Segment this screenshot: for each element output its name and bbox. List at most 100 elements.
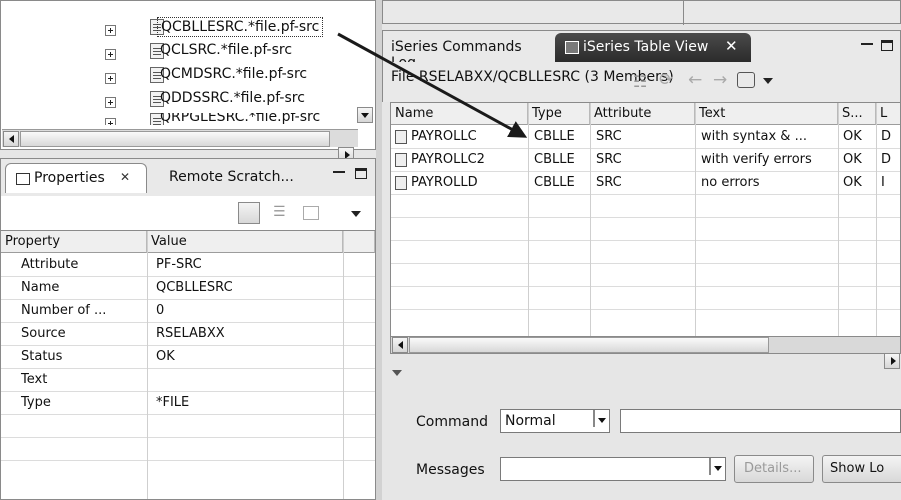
property-value: PF-SRC (156, 257, 202, 272)
tree-scroll-down-button[interactable] (357, 107, 373, 123)
members-table: Name Type Attribute Text S... L PAYROLLC… (390, 102, 901, 342)
column-divider (343, 231, 344, 499)
column-divider (876, 103, 877, 339)
member-status: OK (843, 129, 862, 144)
column-header-attribute[interactable]: Attribute (590, 103, 695, 125)
restore-default-icon[interactable] (303, 206, 319, 220)
chevron-down-icon (361, 113, 369, 118)
table-row[interactable]: Number of ... 0 (1, 300, 375, 323)
scroll-thumb[interactable] (20, 131, 330, 147)
table-row[interactable]: Status OK (1, 346, 375, 369)
close-icon[interactable]: ✕ (725, 37, 738, 55)
member-type: CBLLE (534, 129, 575, 144)
table-row[interactable]: Type *FILE (1, 392, 375, 415)
show-log-button-label: Show Lo (830, 461, 885, 476)
member-type: CBLLE (534, 152, 575, 167)
table-row[interactable]: Attribute PF-SRC (1, 254, 375, 277)
column-header-property[interactable]: Property (1, 231, 147, 253)
maximize-icon[interactable] (355, 168, 367, 179)
property-name: Number of ... (21, 303, 107, 318)
table-row (391, 264, 900, 287)
table-row (391, 195, 900, 218)
refresh-icon[interactable]: ⟳ (659, 70, 673, 90)
collapse-toggle-icon[interactable] (392, 370, 402, 376)
member-extra: D (881, 152, 892, 167)
table-horizontal-scrollbar[interactable] (390, 336, 901, 369)
tree-item[interactable]: QCBLLESRC.*file.pf-src (105, 17, 375, 39)
messages-select[interactable] (500, 457, 726, 481)
column-header-text[interactable]: Text (695, 103, 838, 125)
table-row[interactable]: PAYROLLC CBLLE SRC with syntax & ... OK … (391, 126, 900, 149)
property-name: Attribute (21, 257, 79, 272)
command-mode-select[interactable]: Normal (500, 409, 610, 433)
member-text: with syntax & ... (701, 129, 807, 144)
column-header-name[interactable]: Name (391, 103, 528, 125)
expand-icon[interactable] (105, 24, 116, 36)
maximize-icon[interactable] (881, 40, 893, 51)
command-input[interactable] (620, 409, 901, 433)
expand-icon[interactable] (105, 117, 116, 125)
close-icon[interactable]: ✕ (120, 170, 130, 184)
tree-item[interactable]: QRPGLESRC.*file.pf-src (105, 113, 355, 125)
tree-item[interactable]: QCLSRC.*file.pf-src (105, 41, 375, 63)
tab-properties[interactable]: Properties ✕ (5, 163, 147, 193)
tree-item-label: QDDSSRC.*file.pf-src (160, 90, 305, 106)
editor-area-strip (382, 0, 901, 25)
details-button-label: Details... (744, 461, 802, 476)
tree-item-label: QCLSRC.*file.pf-src (160, 42, 293, 58)
expand-icon[interactable] (105, 48, 116, 60)
view-menu-icon[interactable] (763, 78, 773, 84)
column-header-value[interactable]: Value (147, 231, 343, 253)
tree-item[interactable]: QCMDSRC.*file.pf-src (105, 65, 375, 87)
tree-item-label: QCMDSRC.*file.pf-src (160, 66, 308, 82)
chevron-down-icon[interactable] (593, 410, 595, 427)
back-arrow-icon[interactable]: ← (688, 70, 702, 90)
members-rows: PAYROLLC CBLLE SRC with syntax & ... OK … (391, 126, 900, 310)
tab-remote-scratchpad[interactable]: Remote Scratch... (169, 169, 309, 193)
show-log-button[interactable]: Show Lo (822, 455, 901, 483)
column-divider (695, 103, 696, 339)
view-menu-icon[interactable] (351, 211, 361, 217)
table-row[interactable]: PAYROLLD CBLLE SRC no errors OK I (391, 172, 900, 195)
tab-table-view[interactable]: iSeries Table View ✕ (555, 33, 751, 63)
scroll-left-button[interactable] (392, 337, 408, 353)
details-button[interactable]: Details... (734, 455, 814, 483)
expand-icon[interactable] (105, 96, 116, 108)
properties-table: Property Value Attribute PF-SRC Name QCB… (0, 230, 376, 500)
table-row[interactable]: Text (1, 369, 375, 392)
properties-rows: Attribute PF-SRC Name QCBLLESRC Number o… (1, 254, 375, 461)
property-name: Source (21, 326, 66, 341)
show-advanced-icon[interactable]: ☰ (273, 204, 291, 222)
tree-horizontal-scrollbar[interactable] (2, 129, 358, 163)
scroll-thumb[interactable] (409, 337, 769, 353)
show-categories-icon[interactable] (238, 202, 260, 224)
command-mode-value: Normal (505, 413, 556, 429)
table-row[interactable]: Name QCBLLESRC (1, 277, 375, 300)
tab-table-view-label: iSeries Table View (583, 39, 709, 55)
tree-item[interactable]: QDDSSRC.*file.pf-src (105, 89, 375, 111)
filter-icon[interactable]: ☷ (633, 72, 647, 91)
chevron-right-icon (891, 357, 896, 365)
expand-icon[interactable] (105, 72, 116, 84)
chevron-down-icon[interactable] (709, 458, 711, 475)
property-value: OK (156, 349, 175, 364)
scroll-left-button[interactable] (3, 131, 19, 147)
forward-arrow-icon[interactable]: → (713, 70, 727, 90)
column-header-more[interactable]: L (876, 103, 900, 125)
table-row[interactable]: PAYROLLC2 CBLLE SRC with verify errors O… (391, 149, 900, 172)
column-header-status[interactable]: S... (838, 103, 876, 125)
column-header-type[interactable]: Type (528, 103, 590, 125)
tab-commands-log[interactable]: iSeries Commands Log (391, 39, 551, 71)
chevron-left-icon (398, 341, 403, 349)
tab-remote-scratchpad-label: Remote Scratch... (169, 169, 294, 185)
minimize-icon[interactable] (333, 171, 345, 174)
editor-divider (683, 1, 684, 25)
work-with-icon[interactable] (737, 72, 755, 88)
member-name: PAYROLLC2 (411, 152, 485, 167)
right-tab-bar: iSeries Commands Log iSeries Table View … (382, 30, 901, 71)
table-row[interactable]: Source RSELABXX (1, 323, 375, 346)
member-name: PAYROLLC (411, 129, 477, 144)
property-value: 0 (156, 303, 165, 318)
minimize-icon[interactable] (861, 43, 873, 46)
scroll-right-button[interactable] (884, 353, 900, 369)
